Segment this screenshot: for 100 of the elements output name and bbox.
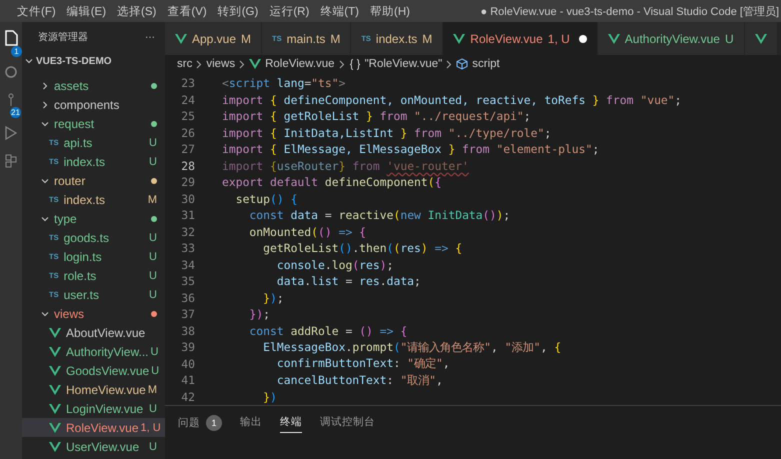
code-line: import {useRouter} from 'vue-router' xyxy=(222,158,469,173)
status-dot xyxy=(151,216,157,222)
menu-item[interactable]: 帮助(H) xyxy=(370,4,410,18)
menu-item[interactable]: 文件(F) xyxy=(17,4,56,18)
explorer-title: 资源管理器 xyxy=(38,31,88,44)
line-number: 37 xyxy=(180,307,195,322)
line-number: 28 xyxy=(180,158,195,173)
blocks-icon[interactable] xyxy=(5,154,17,168)
search-icon[interactable] xyxy=(4,65,18,79)
folder-item[interactable]: components xyxy=(22,95,165,114)
folder-item[interactable]: router xyxy=(22,171,165,190)
breadcrumb[interactable]: src xyxy=(177,58,192,70)
menu-item[interactable]: 转到(G) xyxy=(218,4,258,18)
chevron-icon xyxy=(41,310,49,318)
breadcrumb[interactable]: RoleView.vue xyxy=(265,58,335,70)
line-number: 26 xyxy=(180,126,195,140)
line-number: 25 xyxy=(180,109,195,124)
play-icon[interactable] xyxy=(5,126,17,140)
folder-item[interactable]: request xyxy=(22,114,165,133)
source-control-badge: 21 xyxy=(10,107,21,118)
line-number: 41 xyxy=(180,373,195,388)
explorer-badge: 1 xyxy=(11,46,22,57)
menu-item[interactable]: 运行(R) xyxy=(269,4,310,18)
editor-tab[interactable]: AuthorityView.vue U xyxy=(598,22,745,55)
code-line: import { getRoleList } from "../request/api"; xyxy=(222,109,531,124)
project-title[interactable]: VUE3-TS-DEMO xyxy=(36,56,112,66)
code-line: console.log(res); xyxy=(276,258,394,272)
code-line: }) xyxy=(262,390,277,404)
chevron-icon xyxy=(41,176,49,184)
folder-item[interactable]: type xyxy=(22,209,165,228)
vue-icon xyxy=(453,34,466,44)
line-number: 33 xyxy=(180,241,195,256)
code-line: getRoleList().then((res) => { xyxy=(262,241,462,256)
chevron-right-icon xyxy=(338,60,345,68)
file-item[interactable]: UserView.vue U xyxy=(22,437,165,456)
line-number: 38 xyxy=(180,324,195,338)
line-number: 27 xyxy=(180,142,195,156)
chevron-right-icon xyxy=(446,60,452,68)
folder-item[interactable]: assets xyxy=(22,76,165,95)
file-item[interactable]: AboutView.vue xyxy=(22,323,165,342)
code-line: ElMessageBox.prompt("请输入角色名称", "添加", { xyxy=(262,340,562,355)
code-line: onMounted(() => { xyxy=(248,224,366,239)
vue-icon xyxy=(49,346,61,356)
panel-tab[interactable]: 输出 xyxy=(240,415,262,433)
more-button[interactable]: ··· xyxy=(145,32,155,42)
window-title: ● RoleView.vue - vue3-ts-demo - Visual Studio Code [管理员] xyxy=(480,4,780,18)
editor-tab[interactable]: RoleView.vue 1, U xyxy=(443,22,598,55)
breadcrumb[interactable]: "RoleView.vue" xyxy=(364,58,442,70)
status-dot xyxy=(151,178,157,184)
code-line: <script lang="ts"> xyxy=(222,76,346,90)
folder-item[interactable]: views xyxy=(22,304,165,323)
panel-tab[interactable]: 调试控制台 xyxy=(320,415,375,433)
braces-icon xyxy=(348,58,361,70)
menu-item[interactable]: 选择(S) xyxy=(117,4,156,18)
menu-item[interactable]: 查看(V) xyxy=(167,4,207,18)
line-number: 24 xyxy=(180,92,195,107)
vue-icon xyxy=(249,59,262,69)
line-number: 29 xyxy=(180,175,195,190)
line-number: 36 xyxy=(180,290,195,305)
file-item[interactable]: HomeView.vue M xyxy=(22,380,165,399)
code-line: }); xyxy=(248,307,270,322)
line-number: 30 xyxy=(180,192,195,206)
panel-tab[interactable]: 终端 xyxy=(280,415,302,433)
status-dot xyxy=(151,120,157,126)
code-line: cancelButtonText: "取消", xyxy=(276,372,443,388)
line-number: 23 xyxy=(180,76,195,90)
menu-item[interactable]: 终端(T) xyxy=(320,4,359,18)
breadcrumb[interactable]: script xyxy=(472,58,500,70)
code-line: import { InitData,ListInt } from "../type/role"; xyxy=(222,126,552,140)
code-line: data.list = res.data; xyxy=(276,274,421,288)
chevron-icon xyxy=(25,57,33,65)
code-line: confirmButtonText: "确定", xyxy=(276,356,450,372)
chevron-right-icon xyxy=(239,60,246,68)
vue-icon xyxy=(49,404,61,414)
code-line: setup() { xyxy=(234,192,298,206)
code-line: const data = reactive(new InitData()); xyxy=(248,208,510,222)
line-number: 40 xyxy=(180,356,195,371)
files-icon[interactable] xyxy=(4,30,18,46)
line-number: 34 xyxy=(180,258,195,272)
menu-item[interactable]: 编辑(E) xyxy=(66,4,106,18)
panel-tab[interactable]: 问题 1 xyxy=(178,415,222,435)
file-item[interactable]: RoleView.vue 1, U xyxy=(22,418,165,437)
chevron-icon xyxy=(41,120,49,128)
file-item[interactable]: LoginView.vue U xyxy=(22,399,165,418)
editor-tab[interactable]: App.vue M xyxy=(165,22,262,55)
chevron-icon xyxy=(41,214,49,222)
line-number: 35 xyxy=(180,274,195,288)
code-line: export default defineComponent({ xyxy=(222,175,442,190)
line-number: 39 xyxy=(180,340,195,354)
line-number: 31 xyxy=(180,208,195,222)
file-item[interactable]: AuthorityView... U xyxy=(22,342,165,361)
line-number: 32 xyxy=(180,224,195,239)
file-item[interactable]: GoodsView.vue U xyxy=(22,361,165,380)
breadcrumb[interactable]: views xyxy=(206,58,236,70)
line-number: 42 xyxy=(180,390,195,404)
status-dot xyxy=(151,82,157,88)
vue-icon xyxy=(754,34,767,44)
code-line: }); xyxy=(262,290,284,305)
vue-icon xyxy=(49,328,61,338)
vue-icon xyxy=(49,442,61,452)
